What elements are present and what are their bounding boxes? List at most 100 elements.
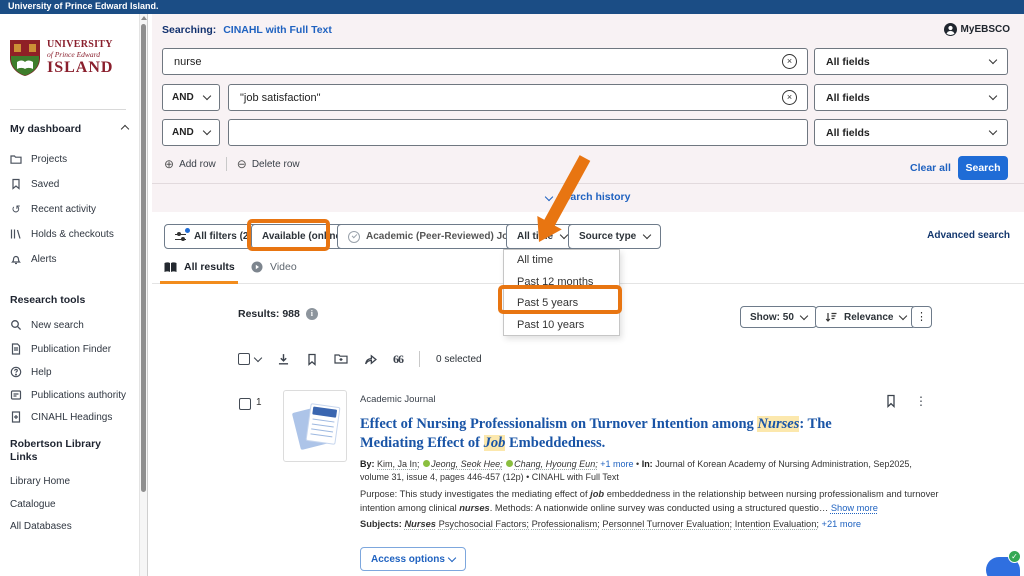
author-link[interactable]: Chang, Hyoung Eun; — [514, 459, 598, 469]
result-1-title[interactable]: Effect of Nursing Professionalism on Tur… — [360, 415, 846, 452]
orcid-icon — [506, 460, 513, 467]
title-text: Embeddedness. — [505, 435, 605, 451]
result-overflow-menu-icon[interactable]: ⋮ — [915, 394, 927, 413]
menu-item-past-12-months[interactable]: Past 12 months — [504, 272, 619, 294]
more-authors-link[interactable]: +1 more — [600, 459, 633, 469]
share-icon[interactable] — [364, 353, 377, 365]
myebsco-button[interactable]: MyEBSCO — [944, 23, 1010, 36]
my-dashboard-label: My dashboard — [10, 123, 81, 135]
chevron-down-icon — [899, 311, 907, 319]
subject-link[interactable]: Psychosocial Factors; — [439, 519, 529, 529]
institution-title: University of Prince Edward Island. — [8, 1, 159, 11]
myebsco-label: MyEBSCO — [961, 24, 1010, 35]
sidebar-scrollbar[interactable] — [139, 14, 148, 576]
bookmark-icon[interactable] — [885, 394, 897, 413]
result-1-thumbnail[interactable] — [283, 390, 347, 462]
my-dashboard-header[interactable]: My dashboard — [10, 123, 128, 135]
clear-input-2-icon[interactable]: × — [782, 90, 797, 105]
expand-caret-icon[interactable] — [254, 353, 262, 361]
field-select-3[interactable]: All fields — [814, 119, 1008, 146]
database-link[interactable]: CINAHL with Full Text — [223, 24, 332, 36]
select-all-checkbox[interactable] — [238, 353, 250, 365]
search-history-link[interactable]: Search history — [152, 191, 1024, 203]
more-subjects-link[interactable]: +21 more — [822, 519, 862, 529]
chevron-down-icon — [800, 311, 808, 319]
upei-logo[interactable]: UNIVERSITY of Prince Edward ISLAND — [8, 38, 113, 78]
result-1-source-type: Academic Journal — [360, 394, 436, 405]
tab-video[interactable]: Video — [251, 261, 297, 273]
sidebar-item-saved[interactable]: Saved — [10, 178, 59, 190]
sidebar-item-projects[interactable]: Projects — [10, 153, 67, 165]
subject-link[interactable]: Intention Evaluation; — [735, 519, 819, 529]
delete-row-button[interactable]: ⊖ Delete row — [237, 157, 300, 171]
subject-link[interactable]: Nurses — [404, 519, 436, 529]
add-row-button[interactable]: ⊕ Add row — [164, 157, 216, 171]
add-to-project-icon[interactable] — [334, 353, 348, 365]
sidebar-item-holds-checkouts[interactable]: Holds & checkouts — [10, 228, 114, 240]
operator-select-3[interactable]: AND — [162, 119, 220, 146]
sidebar-item-new-search[interactable]: New search — [10, 319, 84, 331]
chevron-down-icon — [448, 553, 456, 561]
sidebar-divider — [10, 109, 126, 110]
available-online-label: Available (online) — [262, 231, 344, 242]
search-term-input-3[interactable] — [228, 119, 808, 146]
subject-link[interactable]: Personnel Turnover Evaluation; — [602, 519, 732, 529]
source-type-dropdown[interactable]: Source type — [568, 224, 661, 249]
field-select-1[interactable]: All fields — [814, 48, 1008, 75]
chevron-down-icon — [989, 127, 997, 135]
top-bar: University of Prince Edward Island. — [0, 0, 1024, 14]
sidebar-item-publications-authority[interactable]: Publications authority — [10, 389, 126, 401]
sidebar-item-alerts[interactable]: Alerts — [10, 253, 57, 265]
show-per-page-dropdown[interactable]: Show: 50 — [740, 306, 817, 328]
scrollbar-thumb[interactable] — [141, 24, 146, 492]
menu-item-past-10-years[interactable]: Past 10 years — [504, 315, 619, 337]
bookmark-icon[interactable] — [306, 353, 318, 366]
author-link[interactable]: Kim, Ja In; — [377, 459, 420, 469]
all-filters-button[interactable]: All filters (2) — [164, 224, 263, 249]
show-more-link[interactable]: Show more — [831, 503, 878, 513]
chevron-down-icon — [643, 231, 651, 239]
sidebar-item-cinahl-headings[interactable]: CINAHL Headings — [10, 411, 112, 423]
sidebar-item-publication-finder[interactable]: Publication Finder — [10, 343, 111, 355]
search-button[interactable]: Search — [958, 156, 1008, 180]
tab-all-results[interactable]: All results — [164, 261, 235, 273]
help-icon — [10, 366, 22, 378]
sidebar-item-help[interactable]: Help — [10, 366, 52, 378]
sidebar-link-catalogue[interactable]: Catalogue — [10, 499, 56, 510]
chevron-down-icon — [989, 56, 997, 64]
download-icon[interactable] — [277, 353, 290, 366]
menu-item-all-time[interactable]: All time — [504, 250, 619, 272]
scrollbar-up-arrow-icon[interactable] — [141, 16, 147, 20]
search-term-input-2[interactable] — [228, 84, 808, 111]
result-1-actions: ⋮ — [885, 394, 927, 413]
clear-all-link[interactable]: Clear all — [910, 162, 951, 174]
operator-select-2[interactable]: AND — [162, 84, 220, 111]
advanced-search-link[interactable]: Advanced search — [927, 230, 1010, 241]
add-row-label: Add row — [179, 159, 216, 170]
title-highlight: Job — [484, 435, 506, 451]
field-select-2[interactable]: All fields — [814, 84, 1008, 111]
sidebar-link-library-home[interactable]: Library Home — [10, 476, 70, 487]
author-link[interactable]: Jeong, Seok Hee; — [431, 459, 503, 469]
search-icon — [10, 319, 22, 331]
upei-crest-icon — [8, 38, 42, 78]
result-1-abstract: Purpose: This study investigates the med… — [360, 488, 952, 516]
cite-icon[interactable]: 66 — [393, 352, 403, 367]
access-options-button[interactable]: Access options — [360, 547, 466, 571]
result-1-checkbox[interactable] — [239, 398, 251, 410]
toolbar-divider — [419, 351, 420, 367]
result-1-index: 1 — [256, 397, 262, 408]
clear-input-1-icon[interactable]: × — [782, 54, 797, 69]
menu-item-past-5-years[interactable]: Past 5 years — [504, 293, 619, 315]
searching-label: Searching: — [162, 24, 216, 36]
play-circle-icon — [251, 261, 263, 273]
sidebar-link-all-databases[interactable]: All Databases — [10, 521, 72, 532]
info-icon[interactable]: i — [306, 308, 318, 320]
subject-link[interactable]: Professionalism; — [532, 519, 600, 529]
sort-dropdown[interactable]: Relevance — [815, 306, 916, 328]
operator-select-3-value: AND — [172, 127, 194, 138]
search-term-input-1[interactable] — [162, 48, 808, 75]
results-overflow-menu-button[interactable]: ⋮ — [911, 306, 932, 328]
sidebar-item-recent-activity[interactable]: ↺ Recent activity — [10, 203, 96, 215]
separator: • — [636, 459, 639, 469]
